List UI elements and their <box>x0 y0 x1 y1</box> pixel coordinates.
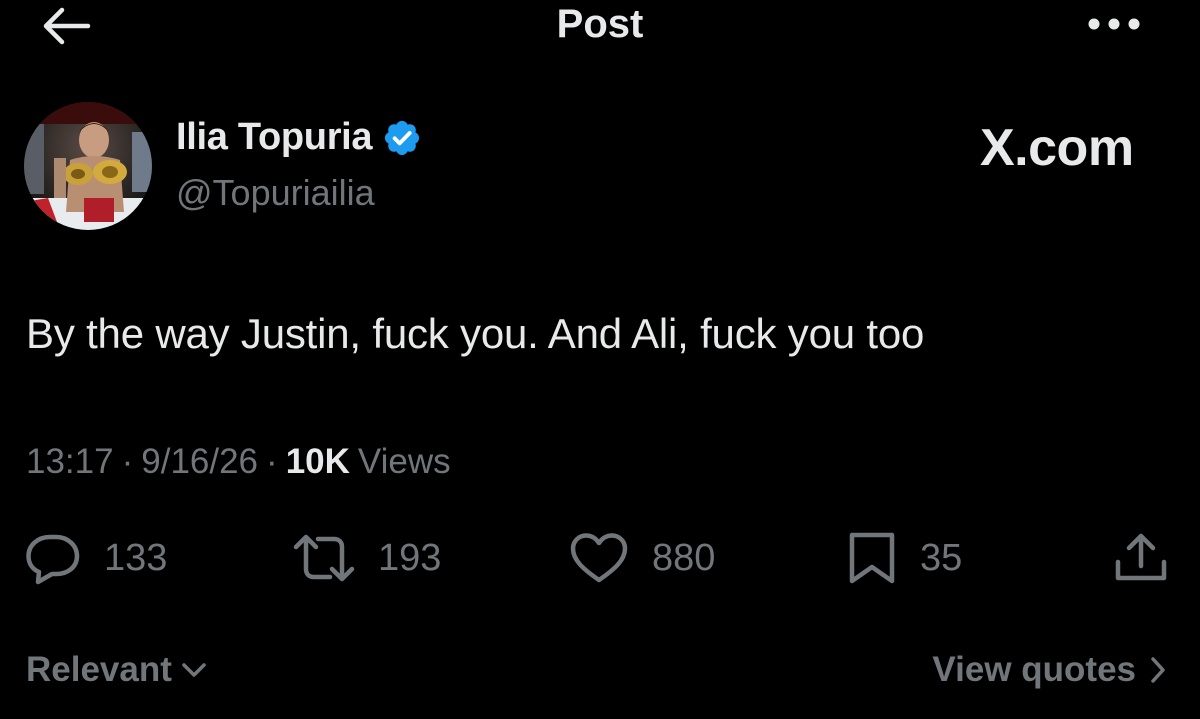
more-horizontal-icon <box>1088 18 1140 30</box>
reply-count: 133 <box>104 536 168 579</box>
x-watermark: X.com <box>980 119 1134 177</box>
reply-button[interactable]: 133 <box>24 528 167 588</box>
reply-icon <box>26 534 80 585</box>
arrow-left-icon <box>43 7 91 45</box>
meta-separator: · <box>121 442 134 481</box>
verified-badge-icon <box>385 120 420 155</box>
post-meta: 13:17 · 9/16/26 · 10K Views <box>26 442 451 482</box>
chevron-right-icon <box>1151 657 1165 683</box>
post-page: Post Ilia Topuria @Topuriailia X.com By … <box>0 0 1200 719</box>
more-options-button[interactable] <box>1082 6 1146 42</box>
bookmark-button[interactable]: 35 <box>846 528 962 588</box>
view-quotes-label: View quotes <box>932 650 1136 689</box>
post-text: By the way Justin, fuck you. And Ali, fu… <box>26 310 925 357</box>
meta-separator: · <box>266 442 278 481</box>
views-count[interactable]: 10K <box>286 442 350 482</box>
author-handle[interactable]: @Topuriailia <box>176 172 375 214</box>
repost-count: 193 <box>378 536 442 579</box>
post-time[interactable]: 13:17 <box>26 442 114 482</box>
repost-button[interactable]: 193 <box>292 528 441 588</box>
bookmark-icon <box>849 532 895 584</box>
post-date[interactable]: 9/16/26 <box>141 442 258 482</box>
avatar[interactable] <box>24 102 152 230</box>
sort-label: Relevant <box>26 650 172 689</box>
share-button[interactable] <box>1112 528 1170 588</box>
author-name[interactable]: Ilia Topuria <box>176 116 373 159</box>
bookmark-count: 35 <box>920 536 963 579</box>
back-button[interactable] <box>40 4 92 48</box>
like-count: 880 <box>652 536 716 579</box>
replies-sort-dropdown[interactable]: Relevant <box>26 650 208 690</box>
chevron-down-icon <box>182 663 206 677</box>
views-label: Views <box>357 442 451 481</box>
repost-icon <box>293 534 355 582</box>
avatar-image <box>24 102 152 230</box>
author-name-row[interactable]: Ilia Topuria <box>176 116 422 159</box>
share-icon <box>1115 533 1167 581</box>
like-button[interactable]: 880 <box>568 528 715 588</box>
view-quotes-link[interactable]: View quotes <box>932 650 1168 690</box>
heart-icon <box>570 533 628 583</box>
page-title: Post <box>556 2 644 46</box>
